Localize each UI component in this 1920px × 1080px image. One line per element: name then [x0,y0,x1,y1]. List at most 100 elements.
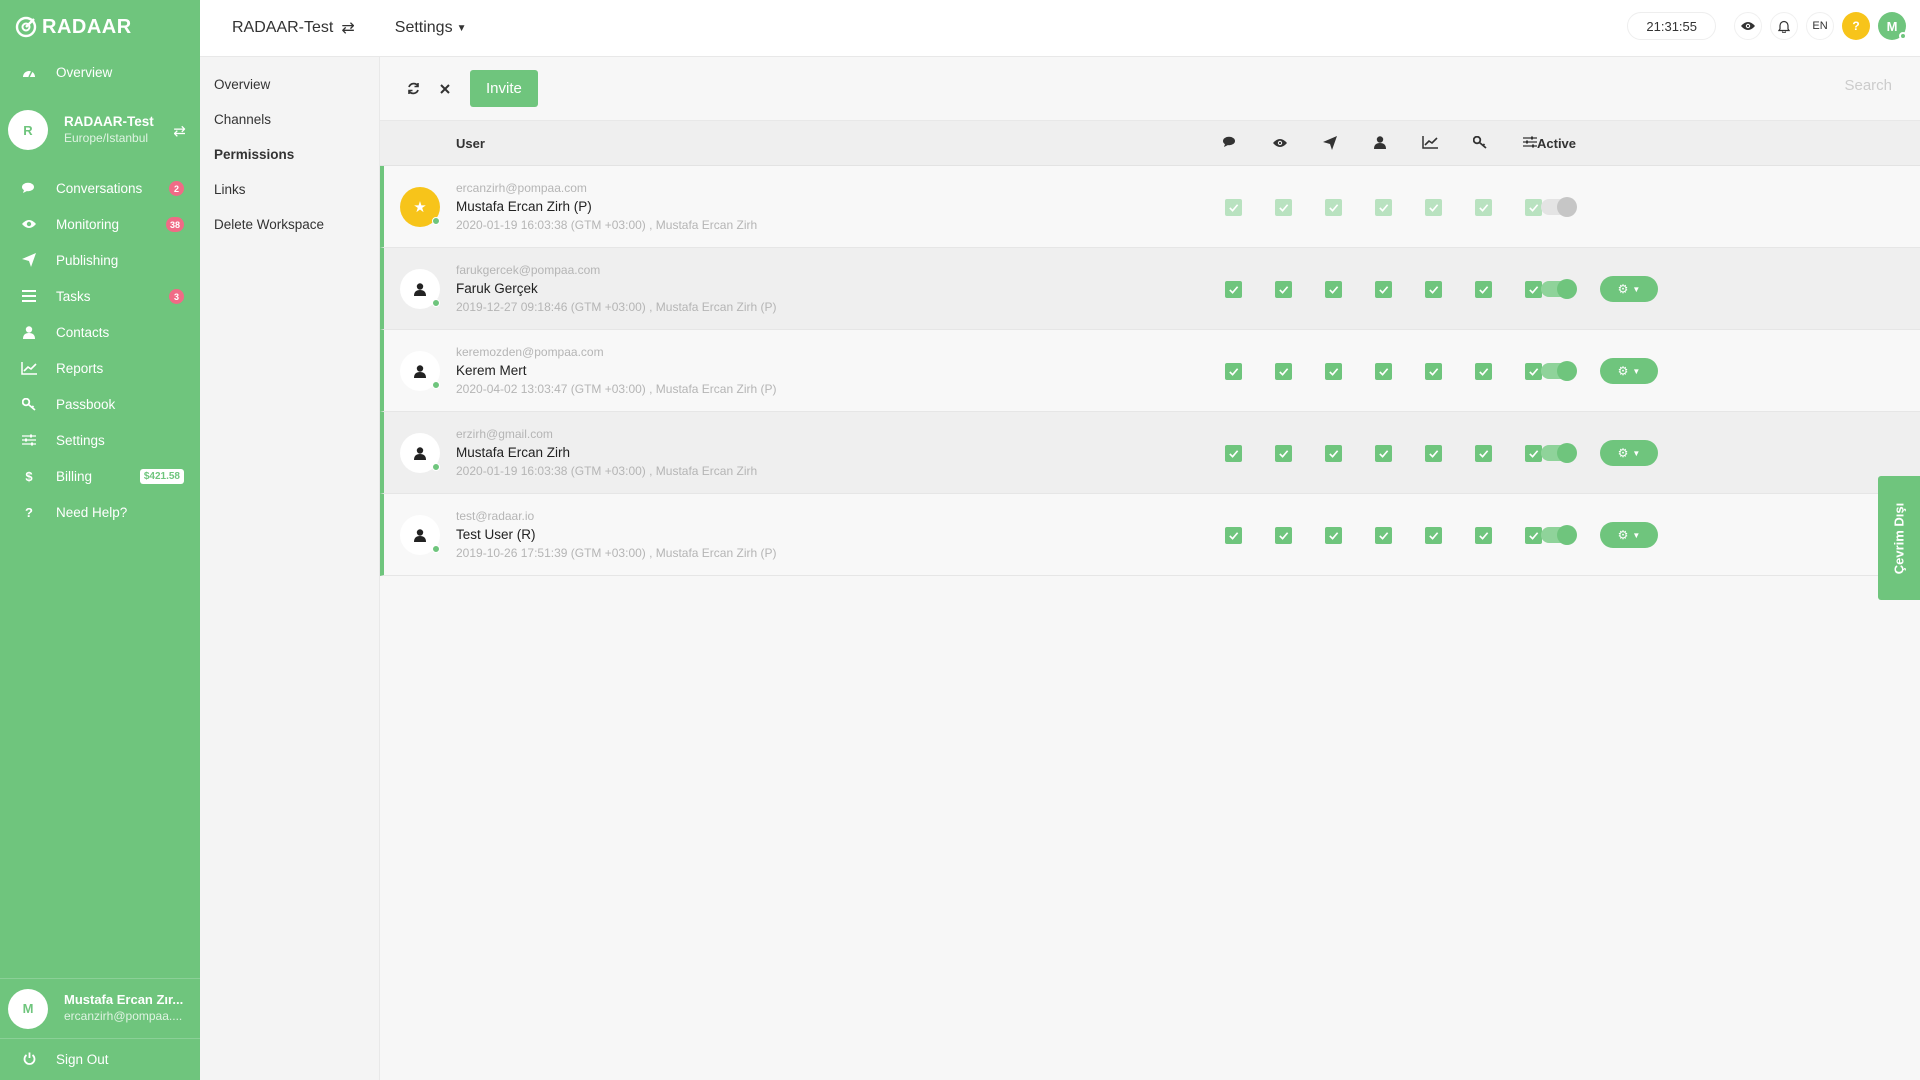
subnav-overview[interactable]: Overview [200,67,379,102]
dashboard-icon [21,64,37,80]
sidebar-footer: M Mustafa Ercan Zır... ercanzirh@pompaa.… [0,978,200,1080]
permission-checkbox[interactable] [1275,281,1292,298]
subnav-channels[interactable]: Channels [200,102,379,137]
sidebar-item-billing[interactable]: $ Billing $421.58 [0,458,200,494]
permission-checkbox[interactable] [1425,527,1442,544]
caret-down-icon: ▼ [456,22,467,34]
sidebar-item-monitoring[interactable]: Monitoring 38 [0,206,200,242]
sidebar-item-publishing[interactable]: Publishing [0,242,200,278]
permission-checkbox[interactable] [1275,363,1292,380]
bell-icon[interactable] [1770,12,1798,40]
language-selector[interactable]: EN [1806,12,1834,40]
permission-checkbox[interactable] [1425,281,1442,298]
table-row: keremozden@pompaa.com Kerem Mert 2020-04-0… [380,330,1920,412]
sidebar-item-conversations[interactable]: Conversations 2 [0,170,200,206]
user-avatar-icon [400,351,440,391]
sidebar-item-overview[interactable]: Overview [0,54,200,90]
permission-checkbox[interactable] [1525,445,1542,462]
offline-chat-tab[interactable]: Çevrim Dışı [1878,476,1920,600]
permission-checkbox[interactable] [1475,281,1492,298]
permission-checkbox[interactable] [1325,527,1342,544]
settings-dropdown[interactable]: Settings ▼ [395,19,467,37]
sidebar-item-label: Billing [56,468,93,484]
user-added-info: 2019-10-26 17:51:39 (GTM +03:00) , Musta… [456,545,777,560]
online-status-dot [432,463,440,471]
permission-checkbox[interactable] [1225,281,1242,298]
permission-checkbox[interactable] [1275,527,1292,544]
settings-dropdown-label: Settings [394,19,453,36]
toggle-knob [1557,525,1577,545]
permission-checkbox [1475,199,1492,216]
user-actions-button[interactable]: ⚙ ▼ [1600,276,1658,302]
sidebar-item-tasks[interactable]: Tasks 3 [0,278,200,314]
permission-checkbox[interactable] [1275,445,1292,462]
permission-checkbox[interactable] [1475,363,1492,380]
permission-checkbox[interactable] [1375,281,1392,298]
eye-icon[interactable] [1734,12,1762,40]
workspace-selector[interactable]: RADAAR-Test ⇄ [232,18,355,38]
sidebar-item-settings[interactable]: Settings [0,422,200,458]
user-name: Mustafa Ercan Zirh (P) [456,199,592,215]
radaar-logo-icon [15,16,37,38]
header-user: User [456,135,485,151]
topbar: RADAAR-Test ⇄ Settings ▼ 21:31:55 EN ? M [200,0,1920,57]
sidebar-item-passbook[interactable]: Passbook [0,386,200,422]
sign-out-button[interactable]: Sign Out [0,1038,200,1080]
search-input[interactable] [1752,77,1892,94]
subnav-delete-workspace[interactable]: Delete Workspace [200,207,379,242]
send-icon [21,252,37,268]
toggle-knob [1557,279,1577,299]
swap-icon[interactable]: ⇄ [173,122,186,140]
permissions-panel: Invite User Active ★ ercanzirh@pompaa.com… [380,57,1920,1080]
workspace-avatar: R [8,110,48,150]
active-toggle[interactable] [1541,525,1577,545]
profile-avatar[interactable]: M [1878,12,1907,40]
permission-checkbox[interactable] [1325,445,1342,462]
user-actions-button[interactable]: ⚙ ▼ [1600,440,1658,466]
permission-checkbox[interactable] [1475,527,1492,544]
sidebar-item-contacts[interactable]: Contacts [0,314,200,350]
permission-checkbox[interactable] [1525,281,1542,298]
logo[interactable]: RADAAR [0,0,200,54]
permission-checkbox[interactable] [1325,363,1342,380]
permission-checkbox[interactable] [1475,445,1492,462]
subnav-links[interactable]: Links [200,172,379,207]
active-toggle[interactable] [1541,443,1577,463]
workspace-switcher[interactable]: R RADAAR-Test Europe/Istanbul ⇄ [0,94,200,166]
user-name: Mustafa Ercan Zır... [64,992,184,1008]
sidebar-item-reports[interactable]: Reports [0,350,200,386]
active-toggle [1541,197,1577,217]
permission-checkbox[interactable] [1375,527,1392,544]
user-actions-button[interactable]: ⚙ ▼ [1600,522,1658,548]
subnav-permissions[interactable]: Permissions [200,137,379,172]
permission-checkbox[interactable] [1325,281,1342,298]
online-status-dot [432,217,440,225]
refresh-icon[interactable] [402,78,424,100]
permission-checkbox [1425,199,1442,216]
table-row: erzirh@gmail.com Mustafa Ercan Zirh 2020-0… [380,412,1920,494]
permission-checkbox[interactable] [1525,363,1542,380]
permission-checkbox[interactable] [1525,527,1542,544]
permission-checkbox[interactable] [1225,527,1242,544]
eye-icon [1270,136,1290,151]
gear-icon: ⚙ [1617,446,1629,460]
caret-down-icon: ▼ [1632,366,1641,376]
permission-checkbox[interactable] [1375,363,1392,380]
active-toggle[interactable] [1541,279,1577,299]
permission-checkbox[interactable] [1225,445,1242,462]
sidebar-item-help[interactable]: ? Need Help? [0,494,200,530]
permission-checkbox[interactable] [1375,445,1392,462]
user-email: keremozden@pompaa.com [456,345,604,359]
permission-checkbox[interactable] [1225,363,1242,380]
billing-balance-badge: $421.58 [139,469,184,484]
close-icon[interactable] [434,78,456,100]
invite-button[interactable]: Invite [470,70,538,107]
permission-checkbox[interactable] [1425,363,1442,380]
current-user[interactable]: M Mustafa Ercan Zır... ercanzirh@pompaa.… [0,978,200,1038]
permission-checkbox[interactable] [1425,445,1442,462]
brand-name: RADAAR [42,15,132,38]
user-actions-button[interactable]: ⚙ ▼ [1600,358,1658,384]
help-button[interactable]: ? [1842,12,1870,40]
toggle-knob [1557,197,1577,217]
active-toggle[interactable] [1541,361,1577,381]
